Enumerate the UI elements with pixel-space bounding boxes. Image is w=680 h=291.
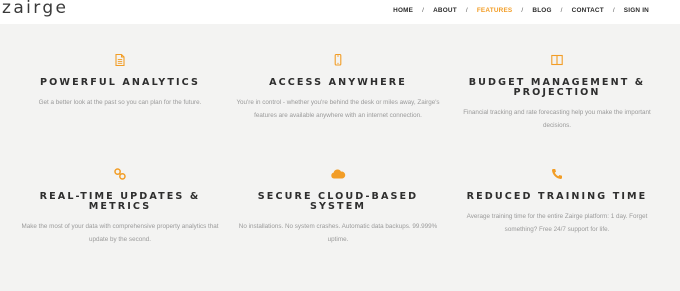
feature-description: Financial tracking and rate forecasting … — [463, 109, 651, 129]
nav-about[interactable]: ABOUT — [433, 7, 457, 14]
book-open-icon — [551, 54, 563, 66]
nav-separator: / — [465, 7, 468, 14]
nav-separator: / — [560, 7, 563, 14]
feature-description: You're in control - whether you're behin… — [236, 99, 440, 119]
feature-secure-cloud: SECURE CLOUD-BASED SYSTEM No installatio… — [230, 167, 446, 246]
nav-home[interactable]: HOME — [393, 7, 413, 14]
feature-title: BUDGET MANAGEMENT & PROJECTION — [468, 77, 646, 98]
feature-title: POWERFUL ANALYTICS — [40, 77, 200, 88]
feature-budget-management: BUDGET MANAGEMENT & PROJECTION Financial… — [449, 53, 665, 132]
main-nav: HOME / ABOUT / FEATURES / BLOG / CONTACT… — [393, 7, 649, 14]
top-navigation-bar: zairge HOME / ABOUT / FEATURES / BLOG / … — [0, 0, 680, 24]
feature-title: SECURE CLOUD-BASED SYSTEM — [257, 191, 419, 212]
feature-title: ACCESS ANYWHERE — [269, 77, 407, 88]
feature-title: REAL-TIME UPDATES & METRICS — [39, 191, 201, 212]
feature-real-time-updates: REAL-TIME UPDATES & METRICS Make the mos… — [12, 167, 228, 246]
feature-description: No installations. No system crashes. Aut… — [238, 223, 438, 243]
feature-reduced-training: REDUCED TRAINING TIME Average training t… — [449, 167, 665, 236]
cloud-icon — [331, 169, 346, 179]
nav-sign-in[interactable]: SIGN IN — [624, 7, 649, 14]
nav-contact[interactable]: CONTACT — [572, 7, 604, 14]
feature-title: REDUCED TRAINING TIME — [466, 191, 648, 202]
phone-icon — [552, 169, 562, 179]
logo[interactable]: zairge — [2, 0, 68, 18]
feature-description: Get a better look at the past so you can… — [38, 99, 202, 106]
nav-separator: / — [521, 7, 524, 14]
mobile-phone-icon — [334, 53, 342, 66]
document-icon — [115, 53, 125, 67]
link-icon — [114, 168, 126, 180]
feature-description: Make the most of your data with comprehe… — [21, 223, 219, 243]
nav-features[interactable]: FEATURES — [477, 7, 513, 14]
feature-access-anywhere: ACCESS ANYWHERE You're in control - whet… — [230, 53, 446, 122]
feature-powerful-analytics: POWERFUL ANALYTICS Get a better look at … — [12, 53, 228, 110]
feature-description: Average training time for the entire Zai… — [466, 213, 648, 233]
nav-separator: / — [612, 7, 615, 14]
nav-blog[interactable]: BLOG — [532, 7, 551, 14]
nav-separator: / — [422, 7, 425, 14]
